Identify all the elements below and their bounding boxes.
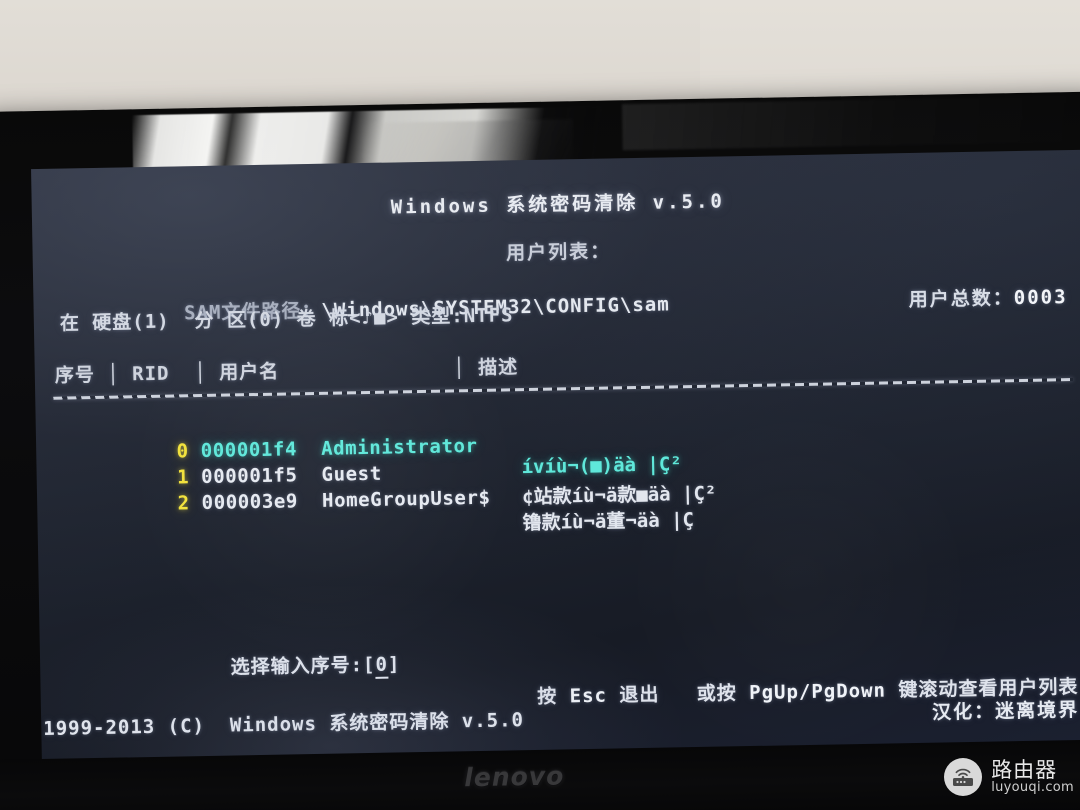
selection-prompt-label: 选择输入序号:[	[230, 653, 376, 679]
watermark-text: 路由器 luyouqi.com	[991, 759, 1074, 795]
page-title: Windows 系统密码清除 v.5.0	[390, 190, 726, 219]
console-output: Windows 系统密码清除 v.5.0 用户列表： SAM文件路径：\Wind…	[31, 150, 1080, 761]
row-description: 镥款íù¬ä董¬äà |Ç	[522, 509, 695, 535]
localizer-credit: 汉化：迷离境界	[931, 698, 1080, 724]
hint-key-pgup-pgdown: PgUp/PgDown	[748, 679, 887, 705]
selection-input[interactable]: 0	[375, 653, 389, 679]
selection-prompt[interactable]: 选择输入序号:[0]	[106, 627, 401, 703]
watermark-en: luyouqi.com	[991, 780, 1074, 796]
lcd-screen: Windows 系统密码清除 v.5.0 用户列表： SAM文件路径：\Wind…	[31, 149, 1080, 762]
row-rid: 000003e9	[201, 489, 323, 515]
hint-text-2: 退出 或按	[606, 682, 750, 707]
lenovo-logo: lenovo	[464, 761, 565, 793]
hint-key-esc: Esc	[569, 684, 608, 708]
router-icon	[944, 758, 983, 796]
total-users: 用户总数：0003	[774, 260, 1068, 336]
selection-prompt-close: ]	[387, 653, 401, 676]
watermark-cn: 路由器	[991, 758, 1058, 783]
total-users-label: 用户总数：	[908, 287, 1015, 312]
bezel-gloss	[621, 95, 1080, 151]
watermark: 路由器 luyouqi.com	[944, 758, 1074, 796]
table-row[interactable]: 2 000003e9 HomeGroupUser$ 镥款íù¬ä董¬äà |Ç	[57, 463, 694, 560]
monitor: Windows 系统密码清除 v.5.0 用户列表： SAM文件路径：\Wind…	[0, 91, 1080, 810]
hint-text-1: 按	[537, 685, 570, 708]
row-index: 2	[177, 492, 202, 515]
total-users-value: 0003	[1013, 286, 1068, 310]
table-header: 序号 │ RID │ 用户名 │ 描述	[54, 356, 519, 387]
photo-scene: Windows 系统密码清除 v.5.0 用户列表： SAM文件路径：\Wind…	[0, 0, 1080, 810]
